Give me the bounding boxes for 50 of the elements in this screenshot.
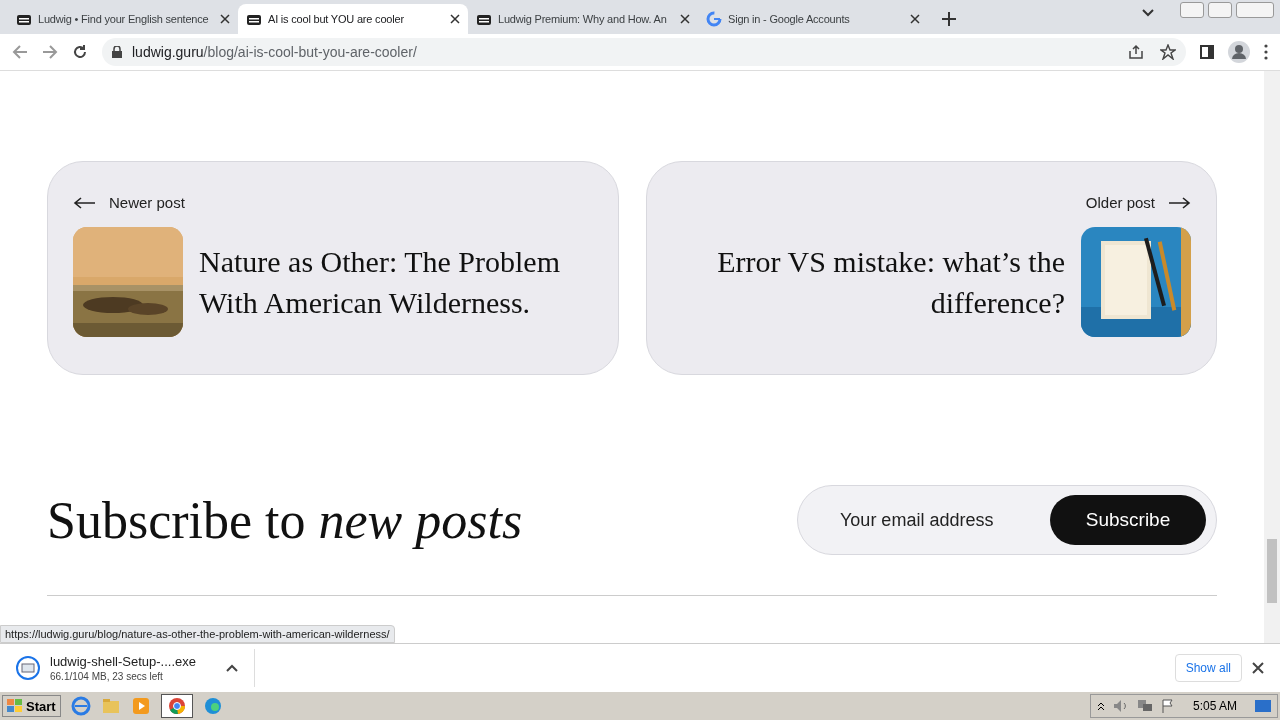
post-card[interactable]: Older post Error VS mistake: what’s the difference? [645,161,1217,375]
download-item[interactable]: ludwig-shell-Setup-....exe 66.1/104 MB, 23 secs left [16,649,255,687]
google-icon [706,11,722,27]
windows-logo [7,699,23,713]
scrollbar[interactable] [1264,71,1280,643]
right-arrow-icon [1167,196,1191,209]
subscribe-heading: Subscribe to new posts [47,490,523,550]
clock[interactable]: 5:05 AM [1192,699,1237,713]
new-tab-icon[interactable] [942,12,956,26]
close-icon[interactable] [680,14,690,24]
subscribe-button[interactable]: Subscribe [1050,495,1206,545]
start-button[interactable]: Start [2,695,61,717]
network-icon[interactable] [1136,699,1153,713]
left-arrow-icon [73,196,97,209]
close-icon[interactable] [1252,662,1264,674]
desktop-icon[interactable] [1255,699,1271,713]
menu-icon[interactable] [1264,44,1268,60]
browser-e-icon[interactable] [70,696,91,716]
post-card[interactable]: Newer post Nature as Other: The Problem With American Wilderness. [47,161,619,375]
browser-tab[interactable]: Ludwig Premium: Why and How. An [468,4,698,34]
close-icon[interactable] [450,14,460,24]
browser-tab[interactable]: Ludwig • Find your English sentence [8,4,238,34]
caret-up-icon[interactable] [225,664,238,672]
browser-tab[interactable]: Sign in - Google Accounts [698,4,928,34]
file-name: ludwig-shell-Setup-....exe [50,654,196,669]
lock-icon [112,46,122,58]
browser-tab[interactable]: AI is cool but YOU are cooler [238,4,468,34]
close-icon[interactable] [910,14,920,24]
back-icon[interactable] [12,44,28,60]
flag-icon[interactable] [1160,699,1175,713]
side-panel-icon[interactable] [1200,45,1214,59]
chrome-icon[interactable] [160,694,193,718]
nav-label[interactable]: Newer post [109,194,185,211]
post-title[interactable]: Nature as Other: The Problem With American Wilderness. [199,241,593,323]
reload-icon[interactable] [72,44,88,60]
tray-expand-icon[interactable] [1096,701,1105,711]
profile-icon[interactable] [1228,41,1250,63]
chevron-down-icon[interactable] [1142,9,1154,17]
status-url: https://ludwig.guru/blog/nature-as-other-the-problem-with-american-wilderness/ [0,625,395,643]
email-field[interactable]: Your email address Subscribe [797,485,1217,555]
close-icon[interactable] [220,14,230,24]
share-icon[interactable] [1128,44,1144,60]
post-title[interactable]: Error VS mistake: what’s the difference? [671,241,1065,323]
download-status-text: 66.1/104 MB, 23 secs left [50,671,164,682]
nav-label[interactable]: Older post [1085,194,1155,211]
file-icon [16,656,40,680]
star-icon[interactable] [1160,44,1176,60]
forward-icon[interactable] [42,44,58,60]
address-bar[interactable]: ludwig.guru/blog/ai-is-cool-but-you-are-cooler/ [102,38,1186,66]
show-all-button[interactable]: Show all [1174,654,1242,682]
